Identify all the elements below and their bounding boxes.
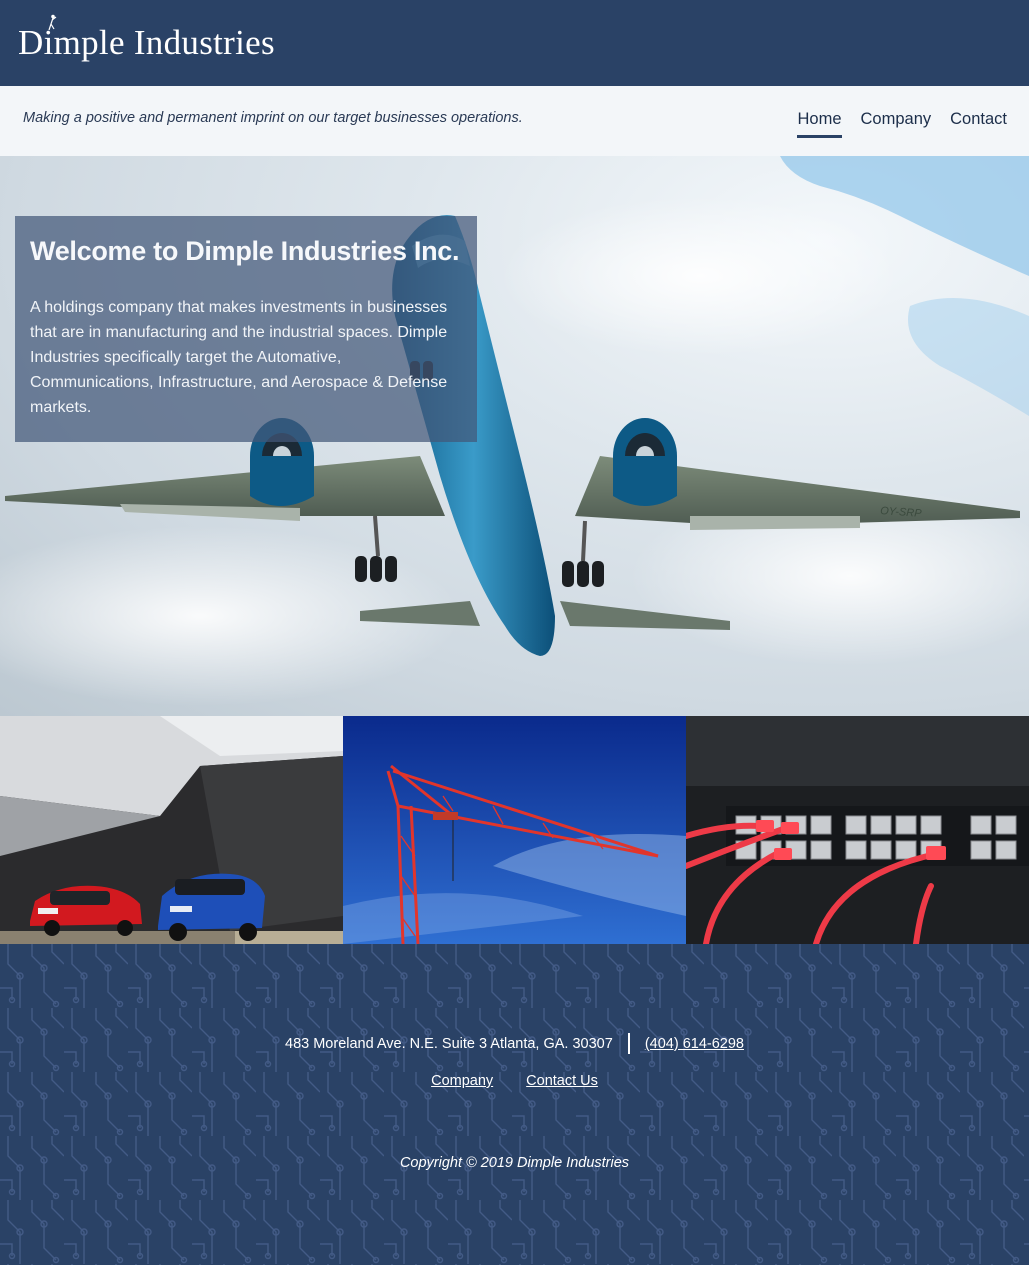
divider <box>627 1033 630 1054</box>
top-header: Dimple Industries <box>0 0 1029 86</box>
hero-banner: OY-SRP Welcome to Dimple Industries Inc.… <box>0 156 1029 716</box>
copyright: Copyright © 2019 Dimple Industries <box>399 1155 630 1171</box>
phone-link[interactable]: (404) 614-6298 <box>645 1036 744 1052</box>
logo[interactable]: Dimple Industries <box>18 14 275 68</box>
circuit-pattern <box>0 944 1029 1265</box>
image-tiles <box>0 716 1029 944</box>
footer-link-company[interactable]: Company <box>431 1073 493 1089</box>
footer-links: Company Contact Us <box>0 1073 1029 1089</box>
address: 483 Moreland Ave. N.E. Suite 3 Atlanta, … <box>285 1035 613 1052</box>
sub-header: Making a positive and permanent imprint … <box>0 86 1029 156</box>
tagline: Making a positive and permanent imprint … <box>23 110 523 126</box>
welcome-title: Welcome to Dimple Industries Inc. <box>30 236 460 266</box>
nav-company[interactable]: Company <box>861 110 932 137</box>
golfer-icon <box>48 14 57 31</box>
nav-contact[interactable]: Contact <box>950 110 1007 137</box>
main-nav: Home Company Contact <box>797 110 1007 138</box>
automotive-image <box>0 716 343 944</box>
nav-home[interactable]: Home <box>797 110 842 138</box>
welcome-body: A holdings company that makes investment… <box>30 299 448 416</box>
footer-link-contact-us[interactable]: Contact Us <box>526 1073 598 1089</box>
contact-info: 483 Moreland Ave. N.E. Suite 3 Atlanta, … <box>0 1033 1029 1054</box>
network-cables-image <box>686 716 1029 944</box>
welcome-panel: Welcome to Dimple Industries Inc. A hold… <box>15 216 477 442</box>
footer: 483 Moreland Ave. N.E. Suite 3 Atlanta, … <box>0 944 1029 1265</box>
crane-image <box>343 716 686 944</box>
